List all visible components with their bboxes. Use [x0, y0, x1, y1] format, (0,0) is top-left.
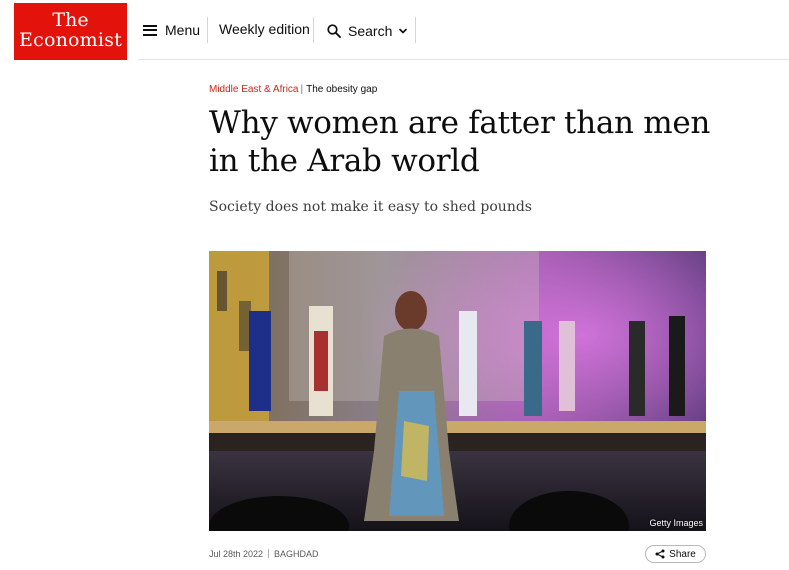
- header-divider: [138, 59, 789, 60]
- logo-line-2: Economist: [19, 29, 122, 51]
- article-dateline: BAGHDAD: [274, 549, 319, 559]
- meta-divider: [268, 549, 270, 558]
- search-button[interactable]: Search: [327, 21, 408, 41]
- image-credit: Getty Images: [649, 518, 703, 528]
- nav-divider: [313, 17, 314, 43]
- article-date: Jul 28th 2022: [209, 549, 264, 559]
- menu-label: Menu: [165, 22, 201, 38]
- rubric-separator: |: [300, 84, 304, 95]
- article-meta: Jul 28th 2022 BAGHDAD: [209, 549, 319, 560]
- share-icon: [655, 549, 665, 559]
- search-label: Search: [348, 23, 393, 39]
- article-headline: Why women are fatter than men in the Ara…: [209, 105, 711, 179]
- article-rubric: Middle East & Africa | The obesity gap: [209, 84, 377, 96]
- weekly-edition-link[interactable]: Weekly edition: [219, 21, 310, 37]
- share-label: Share: [669, 548, 696, 560]
- logo-line-1: The: [52, 9, 89, 31]
- fly-title: The obesity gap: [306, 84, 378, 95]
- nav-divider: [207, 17, 208, 43]
- search-icon: [327, 24, 341, 38]
- economist-logo[interactable]: The Economist: [14, 3, 127, 60]
- article-standfirst: Society does not make it easy to shed po…: [209, 199, 532, 215]
- share-button[interactable]: Share: [645, 545, 706, 563]
- chevron-down-icon: [399, 28, 408, 34]
- article-image: Getty Images: [209, 251, 706, 531]
- hamburger-icon: [143, 24, 157, 36]
- menu-button[interactable]: Menu: [143, 19, 200, 41]
- nav-divider: [415, 17, 416, 43]
- section-link[interactable]: Middle East & Africa: [209, 84, 298, 95]
- stage-photo: [209, 251, 706, 531]
